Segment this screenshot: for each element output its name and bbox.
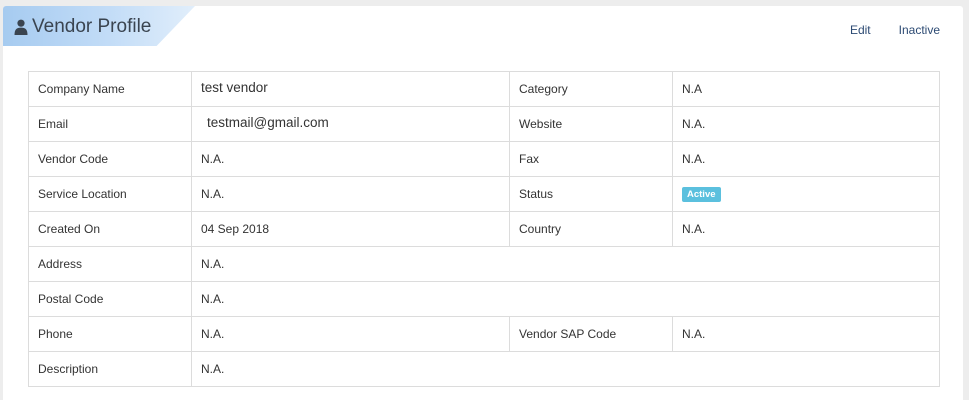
- table-row: Vendor Code N.A. Fax N.A.: [28, 141, 940, 177]
- vendor-details-table: Company Name test vendor Category N.A Em…: [28, 71, 940, 387]
- status-label: Status: [509, 176, 673, 212]
- address-label: Address: [28, 246, 192, 282]
- table-row: Description N.A.: [28, 351, 940, 387]
- website-value: N.A.: [672, 106, 940, 142]
- table-row: Service Location N.A. Status Active: [28, 176, 940, 212]
- table-row: Postal Code N.A.: [28, 281, 940, 317]
- company-name-value: test vendor: [191, 71, 510, 107]
- vendor-code-label: Vendor Code: [28, 141, 192, 177]
- created-on-value: 04 Sep 2018: [191, 211, 510, 247]
- postal-code-value: N.A.: [191, 281, 940, 317]
- company-name-text: test vendor: [201, 79, 268, 95]
- table-row: Company Name test vendor Category N.A: [28, 71, 940, 107]
- fax-value: N.A.: [672, 141, 940, 177]
- address-value: N.A.: [191, 246, 940, 282]
- service-location-label: Service Location: [28, 176, 192, 212]
- table-row: Address N.A.: [28, 246, 940, 282]
- header-actions: Edit Inactive: [850, 23, 940, 37]
- website-label: Website: [509, 106, 673, 142]
- page-title: Vendor Profile: [32, 16, 152, 37]
- email-text: testmail@gmail.com: [207, 114, 329, 130]
- email-value: testmail@gmail.com: [191, 106, 510, 142]
- country-value: N.A.: [672, 211, 940, 247]
- vendor-sap-code-value: N.A.: [672, 316, 940, 352]
- description-label: Description: [28, 351, 192, 387]
- edit-link[interactable]: Edit: [850, 23, 871, 37]
- inactive-link[interactable]: Inactive: [899, 23, 940, 37]
- vendor-profile-panel: Vendor Profile Edit Inactive Company Nam…: [3, 6, 963, 400]
- vendor-sap-code-label: Vendor SAP Code: [509, 316, 673, 352]
- country-label: Country: [509, 211, 673, 247]
- created-on-label: Created On: [28, 211, 192, 247]
- service-location-value: N.A.: [191, 176, 510, 212]
- phone-value: N.A.: [191, 316, 510, 352]
- email-label: Email: [28, 106, 192, 142]
- postal-code-label: Postal Code: [28, 281, 192, 317]
- category-label: Category: [509, 71, 673, 107]
- user-icon: [14, 19, 28, 35]
- table-row: Phone N.A. Vendor SAP Code N.A.: [28, 316, 940, 352]
- company-name-label: Company Name: [28, 71, 192, 107]
- status-badge: Active: [682, 187, 721, 202]
- fax-label: Fax: [509, 141, 673, 177]
- panel-heading: Vendor Profile: [14, 16, 151, 38]
- category-value: N.A: [672, 71, 940, 107]
- vendor-code-value: N.A.: [191, 141, 510, 177]
- table-row: Created On 04 Sep 2018 Country N.A.: [28, 211, 940, 247]
- table-row: Email testmail@gmail.com Website N.A.: [28, 106, 940, 142]
- description-value: N.A.: [191, 351, 940, 387]
- status-value: Active: [672, 176, 940, 212]
- phone-label: Phone: [28, 316, 192, 352]
